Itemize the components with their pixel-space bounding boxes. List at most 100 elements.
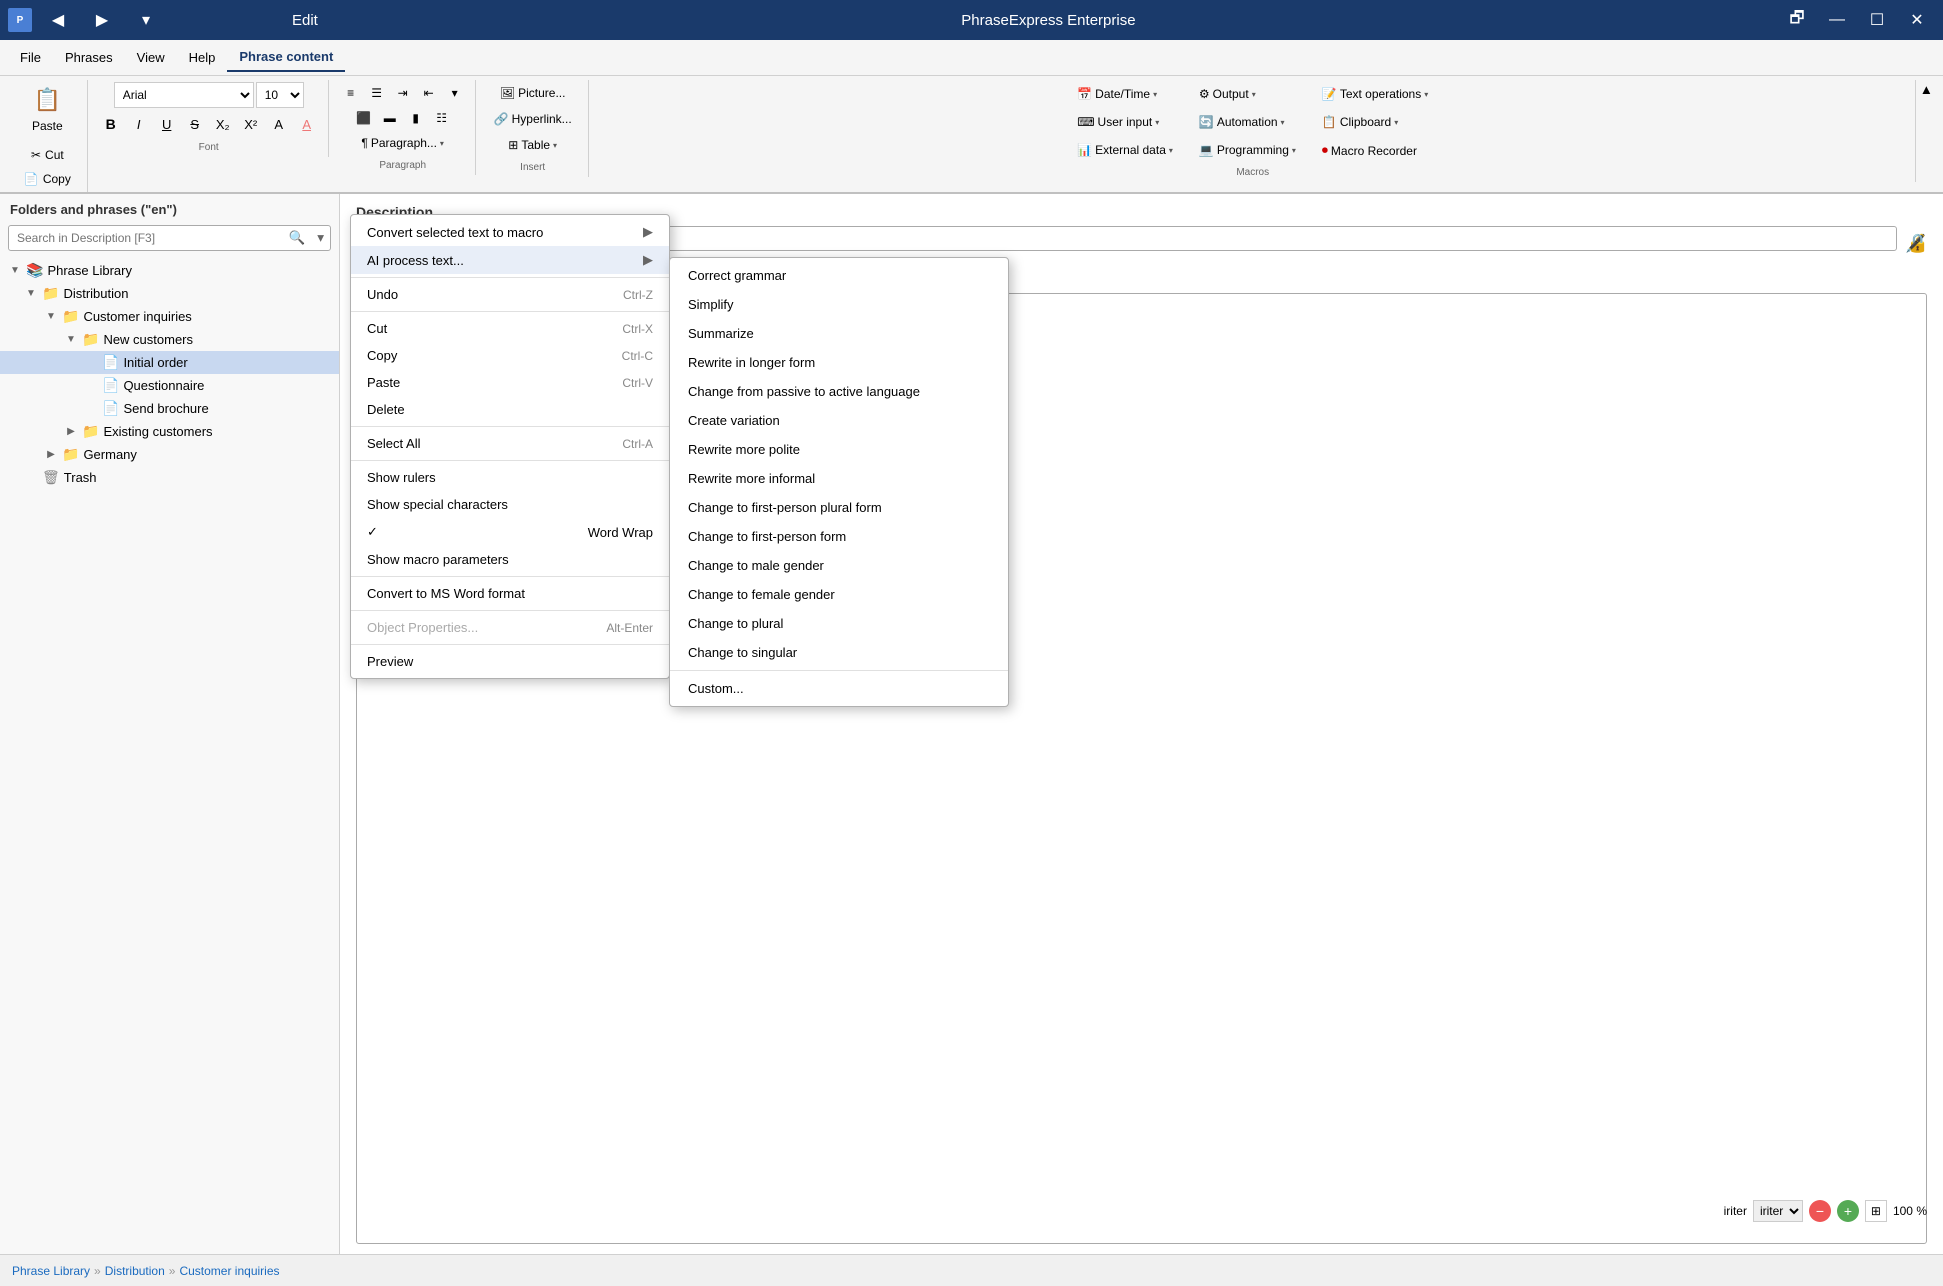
expand-icon: ▼: [44, 311, 58, 322]
strikethrough-button[interactable]: S: [182, 112, 208, 136]
tree-item-phrase-library[interactable]: ▼ 📚 Phrase Library: [0, 259, 339, 282]
align-justify-button[interactable]: ☷: [430, 107, 454, 129]
close-button[interactable]: ✕: [1899, 5, 1935, 35]
ai-singular[interactable]: Change to singular: [670, 638, 1008, 667]
menu-phrases[interactable]: Phrases: [53, 44, 125, 71]
context-copy[interactable]: Copy Ctrl-C: [351, 342, 669, 369]
ai-female-gender[interactable]: Change to female gender: [670, 580, 1008, 609]
tree-item-customer-inquiries[interactable]: ▼ 📁 Customer inquiries: [0, 305, 339, 328]
ai-summarize[interactable]: Summarize: [670, 319, 1008, 348]
menu-phrase-content[interactable]: Phrase content: [227, 43, 345, 72]
table-button[interactable]: ⊞ Table ▾: [500, 134, 565, 156]
paste-button[interactable]: 📋 Paste: [16, 82, 79, 142]
breadcrumb-customer-inquiries[interactable]: Customer inquiries: [179, 1264, 279, 1278]
ai-rewrite-polite[interactable]: Rewrite more polite: [670, 435, 1008, 464]
tree-item-existing-customers[interactable]: ▶ 📁 Existing customers: [0, 420, 339, 443]
context-show-special[interactable]: Show special characters: [351, 491, 669, 518]
app-icon: P: [8, 8, 32, 32]
ordered-list-button[interactable]: ☰: [365, 82, 389, 104]
context-delete[interactable]: Delete: [351, 396, 669, 423]
automation-button[interactable]: 🔄 Automation ▾: [1190, 110, 1305, 134]
context-ai-process[interactable]: AI process text... ▶: [351, 246, 669, 274]
tree-item-new-customers[interactable]: ▼ 📁 New customers: [0, 328, 339, 351]
clipboard-macro-button[interactable]: 📋 Clipboard ▾: [1313, 110, 1437, 134]
indent-button[interactable]: ⇥: [391, 82, 415, 104]
ai-custom[interactable]: Custom...: [670, 674, 1008, 703]
ai-first-person[interactable]: Change to first-person form: [670, 522, 1008, 551]
forward-button[interactable]: ▶: [84, 5, 120, 35]
user-input-button[interactable]: ⌨ User input ▾: [1068, 110, 1182, 134]
output-button[interactable]: ⚙ Output ▾: [1190, 82, 1305, 106]
context-show-rulers[interactable]: Show rulers: [351, 464, 669, 491]
menu-button[interactable]: ▾: [128, 5, 164, 35]
context-word-wrap[interactable]: Word Wrap: [351, 518, 669, 546]
tree-item-questionnaire[interactable]: ▶ 📄 Questionnaire: [0, 374, 339, 397]
tree-item-initial-order[interactable]: ▶ 📄 Initial order: [0, 351, 339, 374]
breadcrumb-phrase-library[interactable]: Phrase Library: [12, 1264, 90, 1278]
tree-item-send-brochure[interactable]: ▶ 📄 Send brochure: [0, 397, 339, 420]
external-data-button[interactable]: 📊 External data ▾: [1068, 138, 1182, 162]
tree-item-trash[interactable]: ▶ 🗑 Trash: [0, 466, 339, 489]
ai-correct-grammar[interactable]: Correct grammar: [670, 261, 1008, 290]
tree-item-distribution[interactable]: ▼ 📁 Distribution: [0, 282, 339, 305]
menu-help[interactable]: Help: [177, 44, 228, 71]
font-family-select[interactable]: Arial: [114, 82, 254, 108]
breadcrumb-distribution[interactable]: Distribution: [105, 1264, 165, 1278]
ai-simplify[interactable]: Simplify: [670, 290, 1008, 319]
underline-button[interactable]: U: [154, 112, 180, 136]
text-operations-button[interactable]: 📝 Text operations ▾: [1313, 82, 1437, 106]
subscript-button[interactable]: X₂: [210, 112, 236, 136]
context-convert-macro[interactable]: Convert selected text to macro ▶: [351, 218, 669, 246]
font-size-select[interactable]: 10: [256, 82, 304, 108]
list-style-button[interactable]: ▾: [443, 82, 467, 104]
context-cut[interactable]: Cut Ctrl-X: [351, 315, 669, 342]
zoom-resize-button[interactable]: ⊞: [1865, 1200, 1887, 1222]
unordered-list-button[interactable]: ≡: [339, 82, 363, 104]
superscript-button[interactable]: X²: [238, 112, 264, 136]
macro-recorder-button[interactable]: ⏺ Macro Recorder: [1313, 138, 1437, 163]
ai-first-person-plural[interactable]: Change to first-person plural form: [670, 493, 1008, 522]
zoom-increase-button[interactable]: +: [1837, 1200, 1859, 1222]
italic-button[interactable]: I: [126, 112, 152, 136]
datetime-button[interactable]: 📅 Date/Time ▾: [1068, 82, 1182, 106]
context-convert-msword[interactable]: Convert to MS Word format: [351, 580, 669, 607]
picture-button[interactable]: 🖼 Picture...: [492, 82, 574, 104]
hyperlink-button[interactable]: 🔗 Hyperlink...: [486, 108, 580, 130]
font-color-button[interactable]: A: [266, 112, 292, 136]
search-button[interactable]: 🔍: [283, 226, 312, 250]
cut-button[interactable]: ✂ Cut: [24, 144, 71, 166]
search-dropdown-button[interactable]: ▾: [311, 226, 330, 250]
align-right-button[interactable]: ▮: [404, 107, 428, 129]
ai-passive-to-active[interactable]: Change from passive to active language: [670, 377, 1008, 406]
back-button[interactable]: ◀: [40, 5, 76, 35]
search-input[interactable]: [9, 227, 283, 249]
context-paste[interactable]: Paste Ctrl-V: [351, 369, 669, 396]
ai-plural[interactable]: Change to plural: [670, 609, 1008, 638]
programming-button[interactable]: 💻 Programming ▾: [1190, 138, 1305, 162]
align-center-button[interactable]: ▬: [378, 107, 402, 129]
context-show-macro-params[interactable]: Show macro parameters: [351, 546, 669, 573]
zoom-select[interactable]: iriter: [1753, 1200, 1803, 1222]
bold-button[interactable]: B: [98, 112, 124, 136]
outdent-button[interactable]: ⇤: [417, 82, 441, 104]
ai-male-gender[interactable]: Change to male gender: [670, 551, 1008, 580]
tree-item-germany[interactable]: ▶ 📁 Germany: [0, 443, 339, 466]
menu-file[interactable]: File: [8, 44, 53, 71]
ribbon-collapse-button[interactable]: ▲: [1918, 80, 1935, 99]
copy-button[interactable]: 📄 Copy: [17, 168, 78, 190]
context-undo[interactable]: Undo Ctrl-Z: [351, 281, 669, 308]
description-action-button[interactable]: 🔏: [1905, 233, 1927, 254]
paragraph-button[interactable]: ¶ Paragraph... ▾: [353, 132, 452, 154]
context-select-all[interactable]: Select All Ctrl-A: [351, 430, 669, 457]
align-left-button[interactable]: ⬛: [352, 107, 376, 129]
ai-rewrite-informal[interactable]: Rewrite more informal: [670, 464, 1008, 493]
context-preview[interactable]: Preview: [351, 648, 669, 675]
ai-rewrite-longer[interactable]: Rewrite in longer form: [670, 348, 1008, 377]
menu-view[interactable]: View: [125, 44, 177, 71]
maximize-button[interactable]: ☐: [1859, 5, 1895, 35]
highlight-button[interactable]: A: [294, 112, 320, 136]
minimize-button[interactable]: —: [1819, 5, 1855, 35]
zoom-decrease-button[interactable]: −: [1809, 1200, 1831, 1222]
restore-button[interactable]: 🗗: [1779, 5, 1815, 35]
ai-create-variation[interactable]: Create variation: [670, 406, 1008, 435]
